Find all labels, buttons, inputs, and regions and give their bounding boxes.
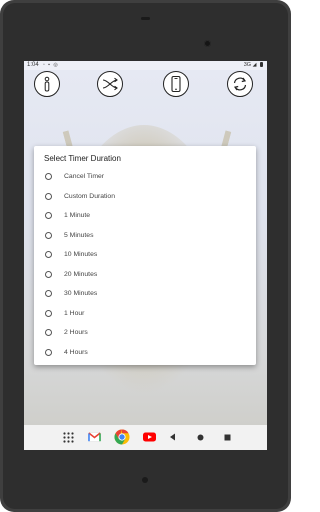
recents-icon (224, 434, 230, 440)
screen: 1:04 ▫ ▪ ◎ 3G ◢ Select Timer Duration Ca… (24, 61, 267, 450)
tablet-frame: 1:04 ▫ ▪ ◎ 3G ◢ Select Timer Duration Ca… (0, 0, 291, 512)
option-custom-duration[interactable]: Custom Duration (34, 187, 256, 207)
back-button[interactable] (167, 430, 177, 444)
option-1-minute[interactable]: 1 Minute (34, 206, 256, 226)
option-label: 10 Minutes (64, 251, 98, 259)
radio-button[interactable] (45, 270, 52, 278)
option-label: 4 Hours (64, 348, 88, 356)
top-speaker (141, 17, 150, 20)
info-button[interactable] (34, 71, 60, 97)
option-cancel-timer[interactable]: Cancel Timer (34, 167, 256, 187)
gmail-app-button[interactable] (87, 430, 101, 444)
status-signal: 3G ◢ (244, 62, 263, 68)
option-label: 20 Minutes (64, 270, 98, 278)
network-type: 3G (243, 62, 252, 68)
radio-button[interactable] (45, 309, 52, 317)
status-bar: 1:04 ▫ ▪ ◎ 3G ◢ (24, 61, 267, 70)
option-10-minutes[interactable]: 10 Minutes (34, 245, 256, 265)
home-button[interactable] (195, 430, 205, 444)
option-label: 1 Minute (64, 212, 91, 220)
refresh-icon (233, 77, 247, 91)
option-label: 5 Minutes (64, 231, 94, 239)
bottom-speaker (142, 477, 148, 483)
apps-grid-button[interactable] (61, 430, 75, 444)
signal-icon: ◢ (252, 62, 257, 68)
youtube-app-button[interactable] (142, 430, 156, 444)
refresh-button[interactable] (227, 71, 253, 97)
option-label: 2 Hours (64, 329, 88, 337)
radio-button[interactable] (45, 348, 52, 356)
option-2-hours[interactable]: 2 Hours (34, 323, 256, 343)
home-icon (197, 434, 203, 440)
radio-button[interactable] (45, 329, 52, 337)
option-1-hour[interactable]: 1 Hour (34, 304, 256, 324)
navigation-bar (24, 425, 267, 450)
chrome-app-button[interactable] (113, 429, 131, 445)
dialog-title: Select Timer Duration (44, 154, 121, 163)
radio-button[interactable] (45, 290, 52, 298)
duration-options-list: Cancel Timer Custom Duration 1 Minute 5 … (34, 167, 256, 362)
radio-button[interactable] (45, 212, 52, 220)
apps-grid-icon (62, 431, 74, 443)
option-4-hours[interactable]: 4 Hours (34, 343, 256, 363)
radio-button[interactable] (45, 192, 52, 200)
radio-button[interactable] (45, 251, 52, 259)
option-label: Custom Duration (64, 192, 115, 200)
phone-rotate-icon (171, 75, 181, 93)
back-icon (169, 433, 175, 441)
option-20-minutes[interactable]: 20 Minutes (34, 265, 256, 285)
timer-duration-dialog: Select Timer Duration Cancel Timer Custo… (34, 146, 256, 365)
option-5-minutes[interactable]: 5 Minutes (34, 226, 256, 246)
option-label: 30 Minutes (64, 290, 98, 298)
battery-icon (260, 62, 263, 67)
radio-button[interactable] (45, 173, 52, 181)
option-30-minutes[interactable]: 30 Minutes (34, 284, 256, 304)
front-camera (204, 40, 211, 47)
rotate-screen-button[interactable] (163, 71, 189, 97)
option-label: 1 Hour (64, 309, 85, 317)
youtube-icon (142, 432, 156, 442)
chrome-icon (114, 429, 130, 445)
shuffle-button[interactable] (97, 71, 123, 97)
info-icon (44, 76, 50, 92)
radio-button[interactable] (45, 231, 52, 239)
shuffle-icon (102, 77, 118, 91)
status-time: 1:04 (27, 62, 39, 68)
option-label: Cancel Timer (64, 173, 105, 181)
recents-button[interactable] (222, 430, 232, 444)
gmail-icon (87, 432, 101, 442)
status-notification-icons: ▫ ▪ ◎ (43, 62, 59, 68)
